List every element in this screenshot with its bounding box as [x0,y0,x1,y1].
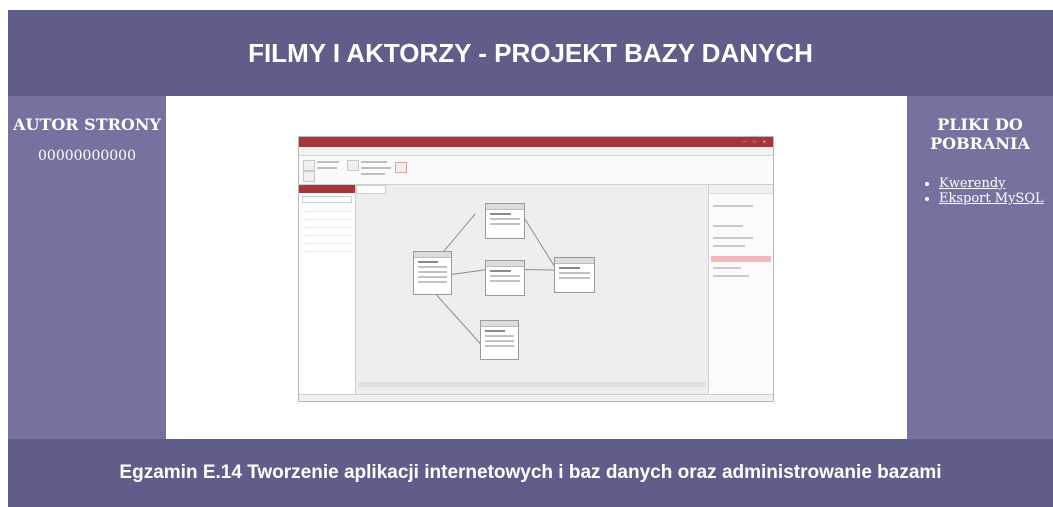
main-content: ─ □ ✕ [166,96,907,439]
window-controls-icon: ─ □ ✕ [743,139,769,144]
screenshot-relationship-canvas [356,185,708,394]
page-title: FILMY I AKTORZY - PROJEKT BAZY DANYCH [248,37,813,68]
page-footer: Egzamin E.14 Tworzenie aplikacji interne… [8,439,1053,507]
download-list-item: Kwerendy [939,176,1053,191]
right-sidebar: PLIKI DO POBRANIA Kwerendy Eksport MySQL [907,96,1053,439]
left-sidebar: AUTOR STRONY 00000000000 [8,96,166,439]
download-list-item: Eksport MySQL [939,191,1053,206]
screenshot-ribbon [299,156,773,185]
author-heading: AUTOR STRONY [13,115,161,134]
download-list: Kwerendy Eksport MySQL [907,176,1053,206]
screenshot-menu [299,147,773,156]
screenshot-statusbar [299,394,773,401]
screenshot-property-sheet [708,185,773,394]
footer-text: Egzamin E.14 Tworzenie aplikacji interne… [119,462,942,483]
link-kwerendy[interactable]: Kwerendy [939,176,1005,191]
page-header: FILMY I AKTORZY - PROJEKT BAZY DANYCH [8,10,1053,96]
screenshot-titlebar: ─ □ ✕ [299,137,773,147]
screenshot-navigation-pane [299,185,356,394]
author-value: 00000000000 [38,148,136,164]
link-eksport-mysql[interactable]: Eksport MySQL [939,191,1044,206]
downloads-heading: PLIKI DO POBRANIA [930,115,1030,153]
top-margin [0,0,1053,10]
relationship-diagram-screenshot: ─ □ ✕ [298,136,774,402]
